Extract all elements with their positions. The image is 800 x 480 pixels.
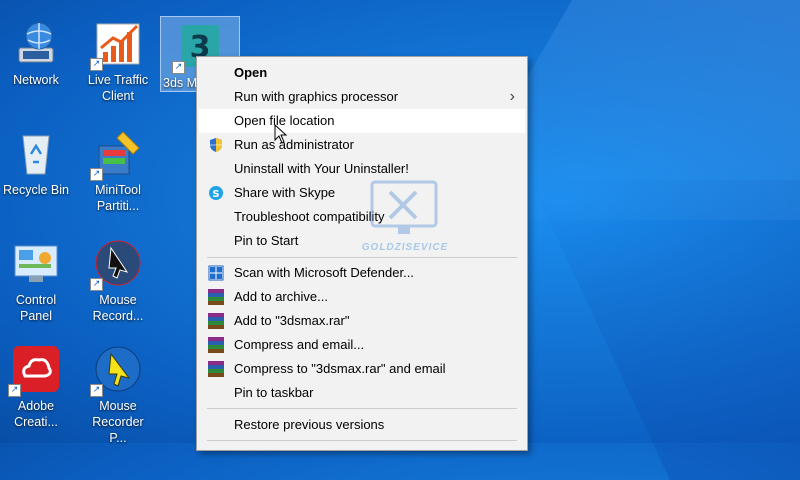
menu-item-run-as-administrator[interactable]: Run as administrator [199,133,525,157]
shortcut-arrow-icon: ↗ [90,384,103,397]
menu-item-open-file-location[interactable]: Open file location [199,109,525,133]
desktop-icon-label: Mouse Recorder P... [92,399,144,445]
adobe-creative-cloud-icon: ↗ [8,344,61,397]
desktop-icon-label: Network [13,73,59,87]
menu-item-label: Scan with Microsoft Defender... [234,265,414,280]
menu-item-label: Compress and email... [234,337,365,352]
svg-text:S: S [212,189,219,200]
menu-item-label: Pin to taskbar [234,385,314,400]
menu-item-open[interactable]: Open [199,61,525,85]
traffic-chart-icon: ↗ [90,18,143,71]
desktop-icon-recycle-bin[interactable]: Recycle Bin [0,128,72,198]
menu-item-label: Restore previous versions [234,417,385,432]
menu-item-label: Open [234,65,268,80]
menu-item-restore-previous-versions[interactable]: Restore previous versions [199,413,525,437]
recycle-bin-icon [11,128,61,178]
menu-item-scan-with-defender[interactable]: Scan with Microsoft Defender... [199,261,525,285]
menu-separator [207,440,517,441]
menu-item-label: Run with graphics processor [234,89,399,104]
desktop-icon-minitool[interactable]: ↗ MiniTool Partiti... [82,128,154,214]
menu-item-add-to-rar[interactable]: Add to "3dsmax.rar" [199,309,525,333]
winrar-icon [208,337,224,353]
shortcut-arrow-icon: ↗ [90,168,103,181]
menu-item-run-with-graphics-processor[interactable]: Run with graphics processor › [199,85,525,109]
desktop-icon-network[interactable]: Network [0,18,72,88]
menu-item-label: Pin to Start [234,233,299,248]
winrar-icon [208,289,224,305]
watermark-text: GOLDZISEVICE [361,242,449,253]
menu-item-compress-to-rar-and-email[interactable]: Compress to "3dsmax.rar" and email [199,357,525,381]
shortcut-arrow-icon: ↗ [90,58,103,71]
uac-shield-icon [208,137,224,153]
submenu-chevron-icon: › [509,88,515,105]
minitool-icon: ↗ [90,128,143,181]
winrar-icon [208,361,224,377]
desktop-icon-live-traffic-client[interactable]: ↗ Live Traffic Client [82,18,154,104]
desktop-icon-label: Adobe Creati... [14,399,58,429]
shortcut-arrow-icon: ↗ [90,278,103,291]
menu-item-pin-to-taskbar[interactable]: Pin to taskbar [199,381,525,405]
desktop-icon-label: Recycle Bin [3,183,69,197]
mouse-recorder-pro-icon: ↗ [90,344,143,397]
shortcut-arrow-icon: ↗ [8,384,21,397]
desktop-icon-mouse-record[interactable]: ↗ Mouse Record... [82,238,154,324]
windows-defender-icon [208,265,224,281]
menu-item-compress-and-email[interactable]: Compress and email... [199,333,525,357]
desktop-icon-label: Control Panel [15,293,57,323]
skype-icon: S [208,185,224,201]
desktop-icon-mouse-recorder-pro[interactable]: ↗ Mouse Recorder P... [82,344,154,446]
menu-item-label: Compress to "3dsmax.rar" and email [234,361,446,376]
mouse-cursor-icon [274,123,288,144]
mouse-recorder-icon: ↗ [90,238,143,291]
desktop-icon-label: Live Traffic Client [87,73,149,103]
menu-item-label: Add to archive... [234,289,328,304]
network-icon [11,18,61,68]
wallpaper-shadow-beam [530,180,800,480]
desktop-icon-label: Mouse Record... [92,293,144,323]
winrar-icon [208,313,224,329]
menu-item-label: Add to "3dsmax.rar" [234,313,350,328]
desktop-icon-adobe-creative-cloud[interactable]: ↗ Adobe Creati... [0,344,72,430]
menu-item-label: Share with Skype [234,185,336,200]
menu-item-add-to-archive[interactable]: Add to archive... [199,285,525,309]
shortcut-arrow-icon: ↗ [172,61,185,74]
desktop-icon-label: MiniTool Partiti... [95,183,141,213]
menu-item-label: Run as administrator [234,137,354,152]
desktop-icon-control-panel[interactable]: Control Panel [0,238,72,324]
control-panel-icon [11,238,61,288]
menu-separator [207,408,517,409]
